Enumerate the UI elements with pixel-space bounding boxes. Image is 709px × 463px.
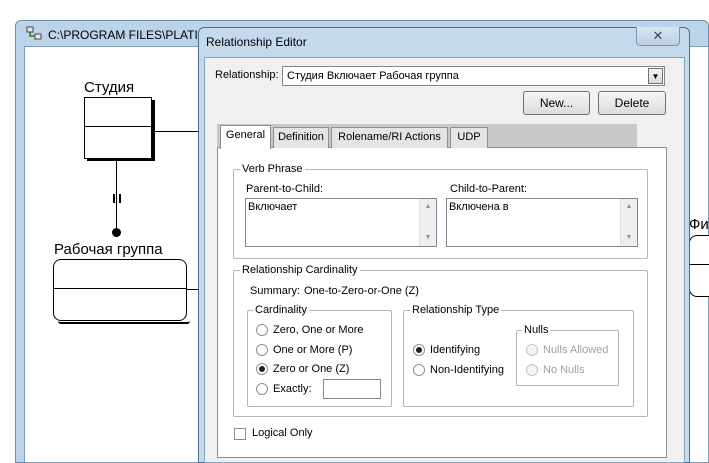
parent-to-child-scrollbar[interactable]: ▲ ▼ — [419, 199, 436, 246]
radio-nulls-allowed — [526, 344, 538, 356]
entity-box-partial[interactable] — [689, 235, 709, 297]
radio-nulls-allowed-label: Nulls Allowed — [543, 344, 609, 356]
radio-zero-or-one[interactable] — [256, 363, 268, 375]
exactly-input[interactable] — [323, 379, 381, 399]
radio-one-or-more[interactable] — [256, 344, 268, 356]
radio-non-identifying[interactable] — [413, 364, 425, 376]
tab-definition[interactable]: Definition — [273, 127, 329, 148]
tab-rolename-ri-actions[interactable]: Rolename/RI Actions — [331, 127, 448, 148]
entity-box-work-group[interactable] — [53, 259, 187, 321]
relationship-end-dot — [112, 228, 121, 237]
relationship-z-marker — [113, 194, 121, 203]
scroll-up-icon[interactable]: ▲ — [420, 199, 436, 215]
radio-non-identifying-label: Non-Identifying — [430, 364, 504, 376]
delete-button[interactable]: Delete — [598, 91, 666, 115]
radio-zero-one-or-more[interactable] — [256, 324, 268, 336]
radio-zero-one-or-more-label: Zero, One or More — [273, 324, 364, 336]
close-button[interactable]: ✕ — [636, 27, 680, 46]
child-to-parent-scrollbar[interactable]: ▲ ▼ — [620, 199, 637, 246]
child-to-parent-value: Включена в — [449, 201, 509, 213]
verb-phrase-label: Verb Phrase — [240, 163, 305, 175]
logical-only-checkbox[interactable] — [234, 428, 246, 440]
summary-value: One-to-Zero-or-One (Z) — [304, 285, 419, 297]
radio-no-nulls — [526, 364, 538, 376]
scroll-down-icon[interactable]: ▼ — [621, 230, 637, 246]
background-window-title: C:\PROGRAM FILES\PLATIN — [48, 28, 207, 42]
parent-to-child-input[interactable]: Включает ▲ ▼ — [245, 198, 437, 247]
tab-general[interactable]: General — [220, 125, 271, 149]
radio-no-nulls-label: No Nulls — [543, 364, 585, 376]
relationship-type-label: Relationship Type — [410, 304, 502, 316]
radio-one-or-more-label: One or More (P) — [273, 344, 353, 356]
new-button[interactable]: New... — [523, 91, 590, 115]
logical-only-label: Logical Only — [252, 427, 313, 439]
radio-zero-or-one-label: Zero or One (Z) — [273, 363, 350, 375]
child-to-parent-label: Child-to-Parent: — [450, 183, 528, 195]
chevron-down-icon[interactable]: ▼ — [648, 68, 663, 84]
cardinality-label: Cardinality — [253, 304, 309, 316]
relationship-select[interactable]: Студия Включает Рабочая группа ▼ — [282, 66, 665, 86]
entity-name-partial: Фи — [689, 216, 709, 233]
radio-exactly[interactable] — [256, 383, 268, 395]
parent-to-child-label: Parent-to-Child: — [246, 183, 324, 195]
child-to-parent-input[interactable]: Включена в ▲ ▼ — [446, 198, 638, 247]
summary-label: Summary: — [250, 285, 301, 297]
app-icon — [26, 26, 42, 40]
relationship-select-value: Студия Включает Рабочая группа — [287, 70, 459, 82]
radio-identifying[interactable] — [413, 344, 425, 356]
nulls-group — [516, 330, 619, 386]
dialog-title: Relationship Editor — [206, 35, 307, 49]
relationship-cardinality-label: Relationship Cardinality — [240, 264, 360, 276]
parent-to-child-value: Включает — [248, 201, 298, 213]
radio-identifying-label: Identifying — [430, 344, 481, 356]
scroll-down-icon[interactable]: ▼ — [420, 230, 436, 246]
radio-exactly-label: Exactly: — [273, 383, 312, 395]
entity-box-studio[interactable] — [84, 97, 152, 159]
tab-udp[interactable]: UDP — [450, 127, 488, 148]
relationship-label: Relationship: — [215, 69, 279, 81]
scroll-up-icon[interactable]: ▲ — [621, 199, 637, 215]
close-icon: ✕ — [652, 28, 664, 43]
nulls-label: Nulls — [522, 324, 551, 336]
entity-name-studio: Студия — [84, 79, 135, 96]
entity-name-work-group: Рабочая группа — [54, 241, 163, 258]
